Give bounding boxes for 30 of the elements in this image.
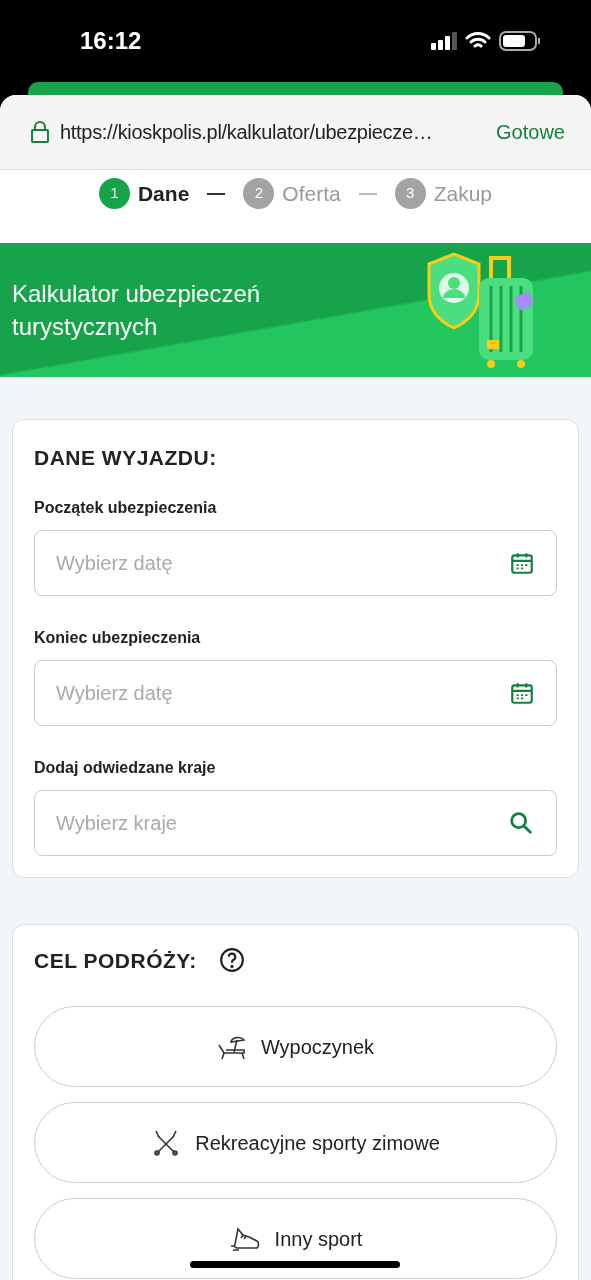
step-number: 1 (98, 178, 130, 209)
sneaker-icon (228, 1224, 261, 1253)
purpose-option[interactable]: Rekreacyjne sporty zimowe (34, 1102, 557, 1183)
field-input[interactable]: Wybierz datę (56, 547, 509, 578)
field-label: Początek ubezpieczenia (34, 497, 218, 518)
field-input[interactable]: Wybierz kraje (56, 807, 507, 838)
battery-icon (499, 31, 541, 51)
country-search-field[interactable]: Wybierz kraje (34, 789, 557, 856)
step-number: 2 (243, 178, 275, 209)
field-label: Koniec ubezpieczenia (34, 627, 202, 648)
done-button[interactable]: Gotowe (496, 117, 565, 147)
date-field[interactable]: Wybierz datę (34, 529, 557, 596)
signal-icon (431, 32, 457, 50)
date-field[interactable]: Wybierz datę (34, 659, 557, 726)
trip-heading: DANE WYJAZDU: (34, 445, 218, 471)
help-icon[interactable] (218, 947, 245, 974)
step-label: Zakup (433, 180, 493, 207)
lock-icon (30, 121, 50, 143)
field-input[interactable]: Wybierz datę (56, 677, 509, 708)
step-number: 3 (394, 178, 426, 209)
step-label: Oferta (282, 180, 341, 207)
purpose-option[interactable]: Wypoczynek (34, 1006, 557, 1087)
status-time: 16:12 (80, 26, 142, 56)
field-label: Dodaj odwiedzane kraje (34, 757, 217, 778)
step-tab[interactable]: 1 Dane (98, 177, 190, 210)
purpose-heading: CEL PODRÓŻY: (34, 947, 197, 974)
banner-title: Kalkulator ubezpieczeń turystycznych (12, 279, 262, 342)
url-text[interactable]: https://kioskpolis.pl/kalkulator/ubezpiecze… (60, 117, 433, 147)
step-label: Dane (137, 180, 190, 207)
purpose-option[interactable]: Inny sport (34, 1198, 557, 1279)
